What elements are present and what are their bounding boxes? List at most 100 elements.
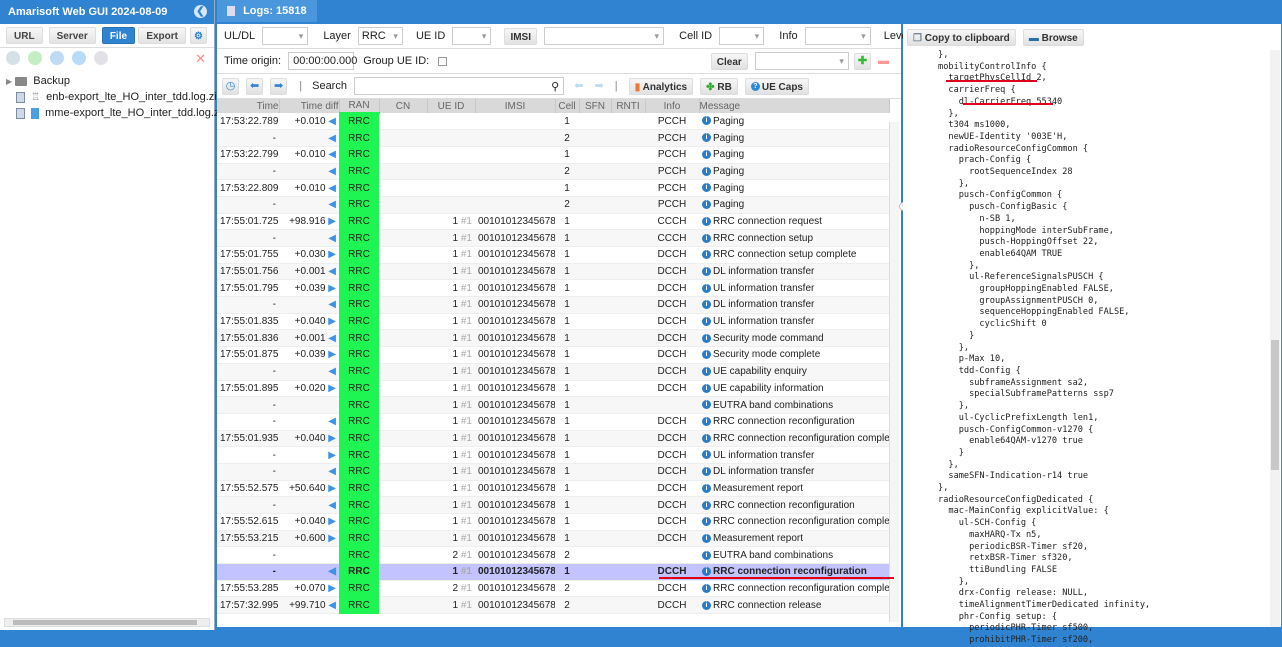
cell-message[interactable]: i Paging (699, 163, 889, 181)
cell-message[interactable]: i Paging (699, 196, 889, 214)
info-icon[interactable]: i (702, 166, 711, 176)
table-row[interactable]: 17:53:22.789 +0.010 ◀ RRC 1 PCCH i Paging (217, 113, 889, 131)
search-input[interactable] (354, 77, 565, 95)
column-header[interactable]: IMSI (475, 99, 556, 113)
table-scrollbar[interactable] (889, 122, 899, 622)
export-button[interactable]: Export (138, 27, 186, 44)
cell-message[interactable]: i UL information transfer (699, 446, 889, 464)
cell-message[interactable]: i UE capability enquiry (699, 363, 889, 381)
info-icon[interactable]: i (702, 250, 711, 260)
cell-message[interactable]: i UE capability information (699, 380, 889, 398)
table-row[interactable]: - ◀ RRC 1 #1 001010123456789 1 DCCH i UE capabi… (217, 363, 889, 381)
imsi-button[interactable]: IMSI (504, 27, 537, 45)
table-row[interactable]: 17:55:01.935 +0.040 ▶ RRC 1 #1 0010101234567… (217, 430, 889, 448)
column-header[interactable]: UE ID (427, 99, 476, 113)
info-icon[interactable]: i (702, 500, 711, 510)
table-row[interactable]: 17:55:53.285 +0.070 ▶ RRC 2 #1 0010101234567… (217, 580, 889, 598)
info-icon[interactable]: i (702, 367, 711, 377)
file-button[interactable]: File (101, 27, 136, 44)
info-icon[interactable]: i (702, 350, 711, 360)
table-row[interactable]: 17:55:52.615 +0.040 ▶ RRC 1 #1 0010101234567… (217, 513, 889, 531)
column-header[interactable]: Time (217, 99, 280, 113)
cell-message[interactable]: i Paging (699, 146, 889, 164)
info-icon[interactable]: i (702, 533, 711, 543)
cell-message[interactable]: i Paging (699, 113, 889, 131)
column-header[interactable]: CN (379, 99, 428, 113)
rb-button[interactable]: ✤ RB (700, 77, 738, 95)
cell-message[interactable]: i DL information transfer (699, 263, 889, 281)
info-icon[interactable]: i (702, 333, 711, 343)
tree-folder-backup[interactable]: ▶ Backup (6, 73, 208, 89)
cell-message[interactable]: i RRC connection request (699, 213, 889, 231)
info-icon[interactable]: i (702, 133, 711, 143)
table-row[interactable]: - ◀ RRC 2 PCCH i Paging (217, 196, 889, 214)
table-row[interactable]: - ◀ RRC 1 #1 001010123456789 1 DCCH i RRC conne… (217, 413, 889, 431)
check-icon[interactable] (28, 51, 43, 65)
add-icon[interactable]: ✚ (853, 52, 871, 70)
info-icon[interactable]: i (702, 517, 711, 527)
info-icon[interactable]: i (702, 417, 711, 427)
table-row[interactable]: 17:55:01.895 +0.020 ▶ RRC 1 #1 0010101234567… (217, 380, 889, 398)
refresh-icon[interactable] (50, 51, 65, 65)
table-row[interactable]: 17:55:52.575 +50.640 ▶ RRC 1 #1 001010123456… (217, 480, 889, 498)
clock-icon[interactable]: ◷ (222, 77, 239, 95)
cell-message[interactable]: i RRC connection reconfiguration (699, 496, 889, 514)
cell-message[interactable]: i Paging (699, 179, 889, 197)
collapse-panel-icon[interactable]: ❮ (194, 5, 207, 18)
info-icon[interactable]: i (702, 467, 711, 477)
column-header[interactable]: Info (645, 99, 700, 113)
info-icon[interactable]: i (702, 400, 711, 410)
info-icon[interactable]: i (702, 383, 711, 393)
column-header[interactable]: Cell (555, 99, 580, 113)
cell-message[interactable]: i RRC connection setup complete (699, 246, 889, 264)
info-icon[interactable]: i (702, 183, 711, 193)
filter-preset-select[interactable] (754, 52, 849, 70)
info-icon[interactable]: i (702, 283, 711, 293)
cell-message[interactable]: i Measurement report (699, 480, 889, 498)
column-header[interactable]: RAN (339, 99, 380, 114)
table-row[interactable]: - ◀ RRC 1 #1 001010123456789 1 DCCH i RRC conne… (217, 496, 889, 514)
cell-message[interactable]: i RRC connection reconfiguration complete (699, 580, 889, 598)
clear-button[interactable]: Clear (710, 52, 748, 70)
browse-button[interactable]: ▬ Browse (1022, 29, 1084, 46)
cell-message[interactable]: i EUTRA band combinations (699, 396, 889, 414)
table-row[interactable]: 17:55:01.755 +0.030 ▶ RRC 1 #1 0010101234567… (217, 246, 889, 264)
cell-message[interactable]: i RRC connection setup (699, 229, 889, 247)
info-icon[interactable]: i (702, 200, 711, 210)
tab-logs[interactable]: Logs: 15818 (217, 0, 317, 22)
table-row[interactable]: 17:55:01.756 +0.001 ◀ RRC 1 #1 0010101234567… (217, 263, 889, 281)
plugin-icon[interactable] (94, 51, 109, 65)
arrow-right-icon[interactable]: ➡ (270, 77, 288, 95)
cell-message[interactable]: i RRC connection reconfiguration (699, 413, 889, 431)
info-icon[interactable]: i (702, 450, 711, 460)
cell-message[interactable]: i RRC connection release (699, 596, 889, 615)
tree-file[interactable]: ♖ enb-export_lte_HO_inter_tdd.log.zip ✓ (6, 89, 242, 105)
table-row[interactable]: - RRC 1 #1 001010123456789 1 i EUTRA band com… (217, 396, 889, 414)
settings-icon[interactable]: ⚙ (190, 27, 207, 44)
detail-scrollbar[interactable] (1270, 50, 1280, 627)
table-row[interactable]: - ◀ RRC 1 #1 001010123456789 1 CCCH i RRC conne… (217, 229, 889, 247)
binoculars-icon[interactable]: ⚲ (551, 80, 559, 93)
next-result-icon[interactable]: ➡ (595, 80, 604, 92)
cell-message[interactable]: i UL information transfer (699, 279, 889, 298)
info-icon[interactable]: i (702, 583, 711, 593)
table-row[interactable]: 17:55:53.215 +0.600 ▶ RRC 1 #1 0010101234567… (217, 530, 889, 548)
imsi-select[interactable] (544, 27, 665, 45)
time-origin-input[interactable]: 00:00:00.000 (288, 52, 357, 70)
info-icon[interactable]: i (702, 116, 711, 126)
table-row[interactable]: 17:53:22.799 +0.010 ◀ RRC 1 PCCH i Paging (217, 146, 889, 164)
info-icon[interactable]: i (702, 550, 711, 560)
info-icon[interactable]: i (702, 483, 711, 493)
table-row[interactable]: 17:53:22.809 +0.010 ◀ RRC 1 PCCH i Paging (217, 179, 889, 197)
cell-message[interactable]: i RRC connection reconfiguration complete (699, 513, 889, 531)
cell-message[interactable]: i Measurement report (699, 530, 889, 548)
table-row[interactable]: - RRC 2 #1 001010123456789 2 i EUTRA band com… (217, 546, 889, 565)
table-row[interactable]: 17:55:01.725 +98.916 ▶ RRC 1 #1 001010123456… (217, 213, 889, 231)
column-header[interactable]: Message (699, 99, 890, 113)
info-icon[interactable]: i (702, 600, 711, 610)
wrench-icon[interactable] (6, 51, 20, 65)
table-row[interactable]: 17:55:01.835 +0.040 ▶ RRC 1 #1 0010101234567… (217, 313, 889, 331)
table-row[interactable]: 17:57:32.995 +99.710 ◀ RRC 1 #1 001010123456… (217, 596, 889, 615)
table-row[interactable]: 17:55:01.875 +0.039 ▶ RRC 1 #1 0010101234567… (217, 346, 889, 364)
remove-icon[interactable]: ▬ (878, 55, 889, 67)
